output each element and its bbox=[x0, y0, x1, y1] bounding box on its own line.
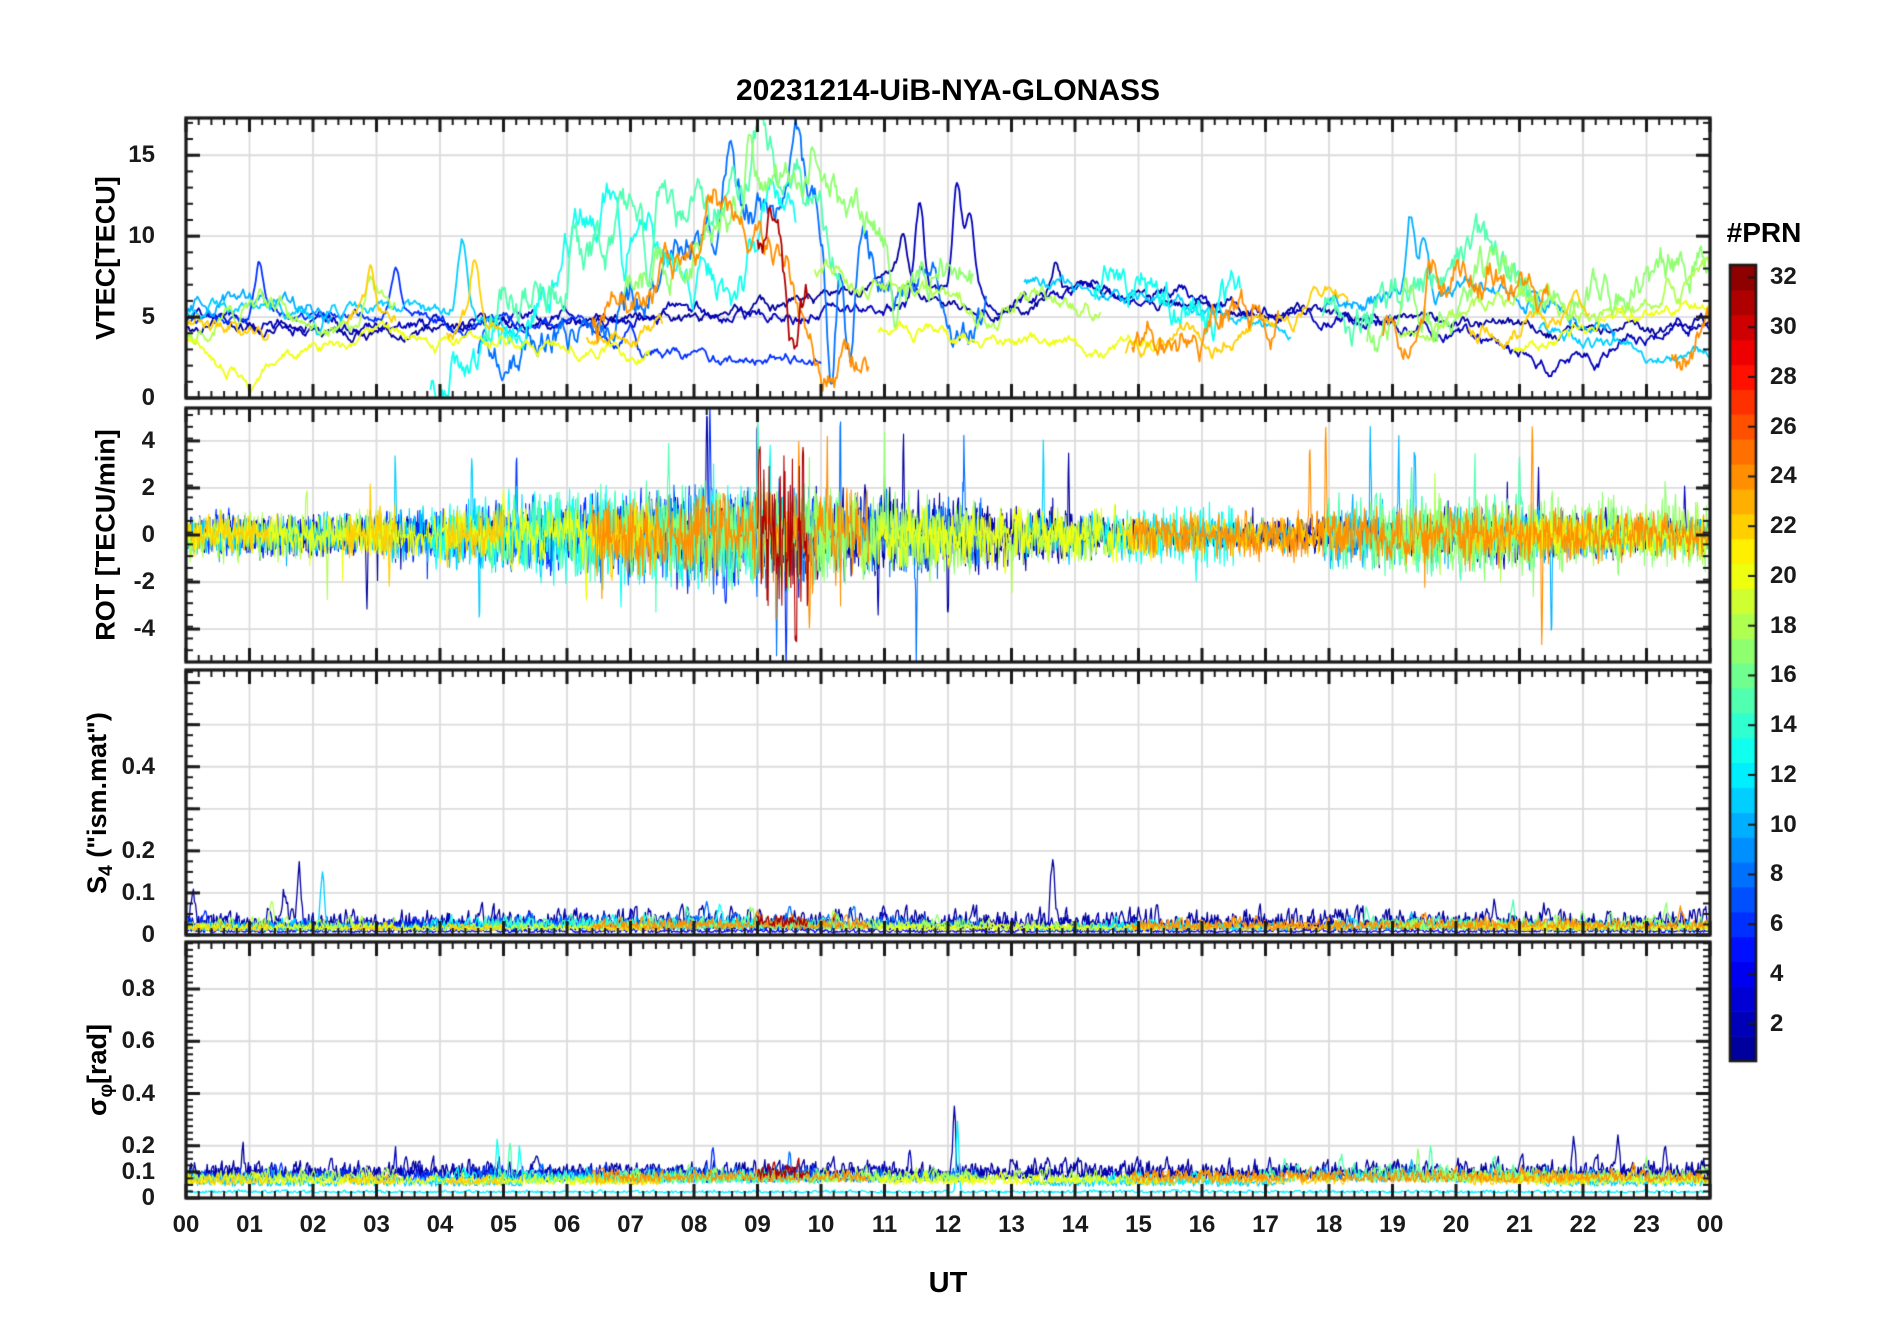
y-tick-label-vtec: 0 bbox=[141, 384, 155, 411]
x-tick-label: 11 bbox=[871, 1211, 898, 1238]
x-tick-label: 06 bbox=[553, 1211, 581, 1238]
chart-title: 20231214-UiB-NYA-GLONASS bbox=[735, 74, 1161, 107]
x-tick-label: 00 bbox=[172, 1211, 200, 1238]
colorbar-tick-label: 2 bbox=[1770, 1009, 1784, 1037]
colorbar-tick-label: 26 bbox=[1770, 412, 1797, 440]
x-tick-label: 12 bbox=[934, 1211, 962, 1238]
colorbar-tick-label: 8 bbox=[1770, 860, 1784, 888]
x-tick-label: 15 bbox=[1125, 1211, 1152, 1238]
x-tick-label: 02 bbox=[299, 1211, 327, 1238]
x-tick-label: 08 bbox=[680, 1211, 708, 1238]
x-tick-label: 19 bbox=[1379, 1211, 1406, 1238]
x-tick-label: 00 bbox=[1696, 1211, 1724, 1238]
x-tick-label: 18 bbox=[1315, 1211, 1343, 1238]
x-tick-label: 03 bbox=[363, 1211, 390, 1238]
x-tick-label: 04 bbox=[426, 1211, 454, 1238]
x-tick-label: 21 bbox=[1506, 1211, 1533, 1238]
y-tick-label-vtec: 15 bbox=[128, 141, 155, 169]
x-tick-label: 07 bbox=[617, 1211, 644, 1238]
x-tick-label: 20 bbox=[1442, 1211, 1470, 1238]
y-tick-label-sigma_phi: 0.2 bbox=[121, 1131, 155, 1159]
y-axis-label-s4: S4 ("ism.mat") bbox=[81, 711, 118, 894]
x-tick-label: 22 bbox=[1569, 1211, 1597, 1238]
x-tick-label: 09 bbox=[744, 1211, 771, 1238]
x-axis-label: UT bbox=[928, 1267, 968, 1299]
y-axis-label-sigma_phi: σφ[rad] bbox=[81, 1023, 118, 1117]
colorbar-tick-label: 22 bbox=[1770, 512, 1797, 540]
y-tick-label-sigma_phi: 0 bbox=[141, 1184, 155, 1211]
x-tick-label: 14 bbox=[1061, 1211, 1089, 1238]
colorbar-tick-label: 4 bbox=[1770, 959, 1784, 987]
y-tick-label-sigma_phi: 0.1 bbox=[121, 1157, 155, 1185]
colorbar-title: #PRN bbox=[1726, 217, 1802, 248]
colorbar-tick-label: 10 bbox=[1770, 810, 1797, 838]
colorbar-tick-label: 24 bbox=[1770, 462, 1797, 490]
colorbar-tick-label: 12 bbox=[1770, 760, 1797, 788]
colorbar-tick-label: 28 bbox=[1770, 362, 1797, 390]
colorbar-tick-label: 6 bbox=[1770, 910, 1784, 938]
x-tick-label: 23 bbox=[1633, 1211, 1660, 1238]
figure: 20231214-UiB-NYA-GLONASS UT #PRN 0 5 10 15 V… bbox=[0, 0, 1902, 1330]
colorbar-tick-label: 20 bbox=[1770, 561, 1797, 589]
y-tick-label-sigma_phi: 0.8 bbox=[121, 975, 155, 1003]
x-tick-label: 01 bbox=[236, 1211, 263, 1238]
colorbar-tick-label: 32 bbox=[1770, 263, 1797, 291]
colorbar-tick-label: 16 bbox=[1770, 661, 1797, 689]
x-tick-label: 05 bbox=[490, 1211, 517, 1238]
y-axis-label-rot: ROT [TECU/min] bbox=[90, 429, 121, 641]
y-axis-label-vtec: VTEC[TECU] bbox=[90, 176, 121, 340]
x-tick-label: 17 bbox=[1252, 1211, 1279, 1238]
x-tick-label: 16 bbox=[1188, 1211, 1216, 1238]
colorbar-tick-label: 30 bbox=[1770, 313, 1797, 341]
plot-canvas bbox=[0, 0, 1902, 1330]
x-tick-label: 10 bbox=[807, 1211, 835, 1238]
x-tick-label: 13 bbox=[998, 1211, 1025, 1238]
colorbar-tick-label: 18 bbox=[1770, 611, 1797, 639]
colorbar-tick-label: 14 bbox=[1770, 711, 1797, 739]
y-tick-label-s4: 0 bbox=[141, 921, 155, 948]
